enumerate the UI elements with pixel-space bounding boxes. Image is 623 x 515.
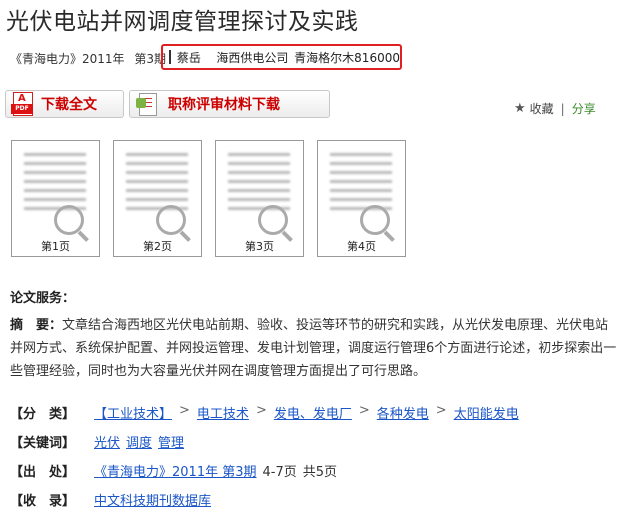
- abstract: 摘 要：文章结合海西地区光伏电站前期、验收、投运等环节的研究和实践，从光伏发电原…: [10, 314, 618, 383]
- origin-label: 【出 处】: [10, 465, 76, 480]
- category-link-electrical[interactable]: 电工技术: [197, 403, 249, 422]
- star-icon[interactable]: ★: [514, 101, 526, 116]
- category-link-industrial[interactable]: 【工业技术】: [94, 403, 172, 422]
- page-thumbnail-label: 第4页: [347, 240, 376, 253]
- keyword-link-dispatch[interactable]: 调度: [126, 432, 152, 451]
- author-org: 海西供电公司: [216, 50, 289, 65]
- download-fulltext-label: 下载全文: [41, 97, 97, 113]
- favorite-share-bar: ★ 收藏 | 分享: [514, 100, 596, 117]
- page-thumbnail-label: 第1页: [41, 240, 70, 253]
- origin-row: 【出 处】 《青海电力》2011年 第3期 4-7页 共5页: [10, 461, 337, 480]
- author-info-box: 蔡岳 海西供电公司 青海格尔木816000: [161, 44, 402, 70]
- title-material-download-button[interactable]: 职称评审材料下载: [129, 90, 330, 118]
- magnifier-icon: [156, 205, 186, 235]
- page-title: 光伏电站并网调度管理探讨及实践: [6, 9, 359, 35]
- origin-total-pages: 共5页: [302, 465, 338, 480]
- page-thumbnail-label: 第3页: [245, 240, 274, 253]
- classification-row: 【分 类】 【工业技术】 > 电工技术 > 发电、发电厂 > 各种发电 > 太阳…: [10, 403, 519, 422]
- origin-pages: 4-7页: [262, 465, 297, 480]
- paper-service-heading: 论文服务：: [10, 291, 76, 306]
- author-address: 青海格尔木816000: [294, 50, 400, 65]
- journal-name: 《青海电力》2011年: [10, 52, 125, 66]
- keywords-label: 【关键词】: [10, 436, 76, 451]
- author-name: 蔡岳: [176, 50, 201, 65]
- magnifier-icon: [54, 205, 84, 235]
- keywords-row: 【关键词】 光伏 调度 管理: [10, 432, 190, 451]
- pdf-icon: A PDF: [11, 92, 33, 116]
- download-fulltext-button[interactable]: A PDF 下载全文: [5, 90, 124, 118]
- category-link-power-plant[interactable]: 发电、发电厂: [274, 403, 352, 422]
- share-link[interactable]: 分享: [572, 100, 596, 117]
- classification-label: 【分 类】: [10, 407, 76, 422]
- abstract-text: 文章结合海西地区光伏电站前期、验收、投运等环节的研究和实践，从光伏发电原理、光伏…: [10, 318, 617, 379]
- database-label: 【收 录】: [10, 494, 76, 509]
- magnifier-icon: [360, 205, 390, 235]
- magnifier-icon: [258, 205, 288, 235]
- abstract-label: 摘 要：: [10, 318, 63, 333]
- separator-bar: [169, 50, 171, 64]
- keyword-link-management[interactable]: 管理: [158, 432, 184, 451]
- page-thumbnail-1[interactable]: 第1页: [11, 140, 100, 257]
- category-link-various-generation[interactable]: 各种发电: [377, 403, 429, 422]
- database-row: 【收 录】 中文科技期刊数据库: [10, 490, 211, 509]
- keyword-link-pv[interactable]: 光伏: [94, 432, 120, 451]
- page-thumbnail-3[interactable]: 第3页: [215, 140, 304, 257]
- database-link[interactable]: 中文科技期刊数据库: [94, 490, 211, 509]
- page-thumbnail-2[interactable]: 第2页: [113, 140, 202, 257]
- page-thumbnail-4[interactable]: 第4页: [317, 140, 406, 257]
- source-info: 《青海电力》2011年 第3期: [10, 50, 172, 67]
- page-thumbnail-label: 第2页: [143, 240, 172, 253]
- title-material-label: 职称评审材料下载: [168, 97, 280, 113]
- favorite-link[interactable]: 收藏: [530, 100, 554, 117]
- category-link-solar[interactable]: 太阳能发电: [454, 403, 519, 422]
- origin-journal-link[interactable]: 《青海电力》2011年 第3期: [94, 461, 257, 480]
- document-download-icon: [136, 92, 158, 116]
